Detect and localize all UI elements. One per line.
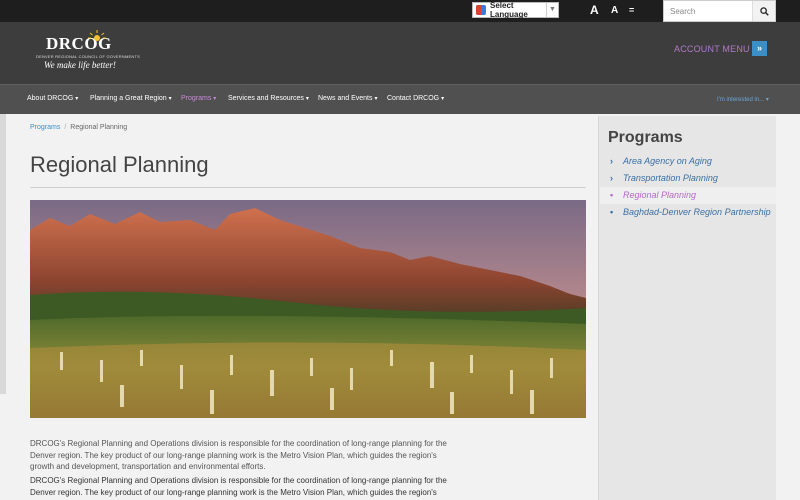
font-size-medium-button[interactable]: A [611, 5, 618, 16]
caret-down-icon: ▾ [213, 96, 217, 102]
sidebar-item-transportation[interactable]: › Transportation Planning [600, 173, 776, 185]
caret-down-icon: ▾ [441, 96, 445, 102]
nav-item-news[interactable]: News and Events ▾ [318, 95, 377, 102]
google-translate-icon [476, 5, 486, 15]
font-size-small-button[interactable]: = [629, 5, 634, 15]
bullet-icon: • [610, 190, 614, 200]
nav-item-label: About DRCOG [27, 95, 74, 102]
main-nav: About DRCOG ▾ Planning a Great Region ▾ … [0, 84, 800, 114]
account-menu-link[interactable]: ACCOUNT MENU [674, 44, 750, 54]
sun-icon [88, 30, 106, 41]
nav-item-label: News and Events [318, 95, 373, 102]
sidebar-item-aging[interactable]: › Area Agency on Aging [600, 156, 776, 168]
logo-tagline: We make life better! [44, 60, 116, 70]
site-header: DRCOG DENVER REGIONAL COUNCIL OF GOVERNM… [0, 22, 800, 84]
page-edge [0, 114, 6, 394]
breadcrumb-current: Regional Planning [70, 124, 128, 131]
search-icon [759, 6, 769, 16]
caret-down-icon: ▾ [374, 96, 378, 102]
drcog-logo[interactable]: DRCOG DENVER REGIONAL COUNCIL OF GOVERNM… [36, 30, 140, 78]
nav-item-programs[interactable]: Programs ▾ [181, 95, 216, 102]
chevron-right-icon: › [610, 173, 613, 183]
font-size-large-button[interactable]: A [590, 3, 599, 17]
sidebar-item-baghdad-denver[interactable]: • Baghdad-Denver Region Partnership [600, 207, 776, 231]
search-box [663, 0, 776, 22]
hero-mountain-image [30, 200, 586, 418]
nav-item-label: Planning a Great Region [90, 95, 167, 102]
sidebar-item-label: Area Agency on Aging [623, 156, 712, 166]
language-select-label: Select Language [490, 1, 528, 19]
sidebar-item-regional-planning[interactable]: • Regional Planning [600, 187, 776, 204]
interested-label: I'm interested in... [717, 97, 765, 103]
nav-item-label: Contact DRCOG [387, 95, 440, 102]
caret-down-icon: ▾ [765, 97, 769, 103]
search-button[interactable] [752, 1, 775, 21]
sidebar-title: Programs [608, 129, 683, 146]
chevron-down-icon: ▼ [546, 3, 558, 17]
account-menu-button[interactable]: » [752, 41, 767, 56]
page-title: Regional Planning [30, 152, 209, 177]
sidebar-item-label: Baghdad-Denver Region Partnership [623, 207, 771, 217]
breadcrumb-link-programs[interactable]: Programs [30, 124, 60, 131]
nav-item-about[interactable]: About DRCOG ▾ [27, 95, 78, 102]
caret-down-icon: ▾ [305, 96, 309, 102]
caret-down-icon: ▾ [75, 96, 79, 102]
utility-bar: Select Language ▼ A A = [0, 0, 800, 22]
chevron-right-icon: › [610, 156, 613, 166]
nav-item-planning[interactable]: Planning a Great Region ▾ [90, 95, 172, 102]
breadcrumb-separator: / [64, 124, 67, 131]
nav-item-label: Services and Resources [228, 95, 304, 102]
nav-item-services[interactable]: Services and Resources ▾ [228, 95, 309, 102]
search-input[interactable] [664, 1, 752, 21]
sidebar-item-label: Regional Planning [623, 190, 697, 200]
logo-subtitle: DENVER REGIONAL COUNCIL OF GOVERNMENTS [36, 54, 140, 59]
body-paragraph: DRCOG's Regional Planning and Operations… [30, 439, 447, 471]
title-divider [30, 187, 586, 188]
language-select[interactable]: Select Language ▼ [472, 1, 559, 19]
bullet-icon: • [610, 207, 614, 217]
caret-down-icon: ▾ [168, 96, 172, 102]
sidebar-item-label: Transportation Planning [623, 173, 718, 183]
nav-item-contact[interactable]: Contact DRCOG ▾ [387, 95, 444, 102]
breadcrumb: Programs / Regional Planning [30, 124, 127, 131]
body-paragraph: DRCOG's Regional Planning and Operations… [30, 476, 447, 500]
interested-in-menu[interactable]: I'm interested in... ▾ [717, 96, 769, 103]
nav-item-label: Programs [181, 95, 212, 102]
